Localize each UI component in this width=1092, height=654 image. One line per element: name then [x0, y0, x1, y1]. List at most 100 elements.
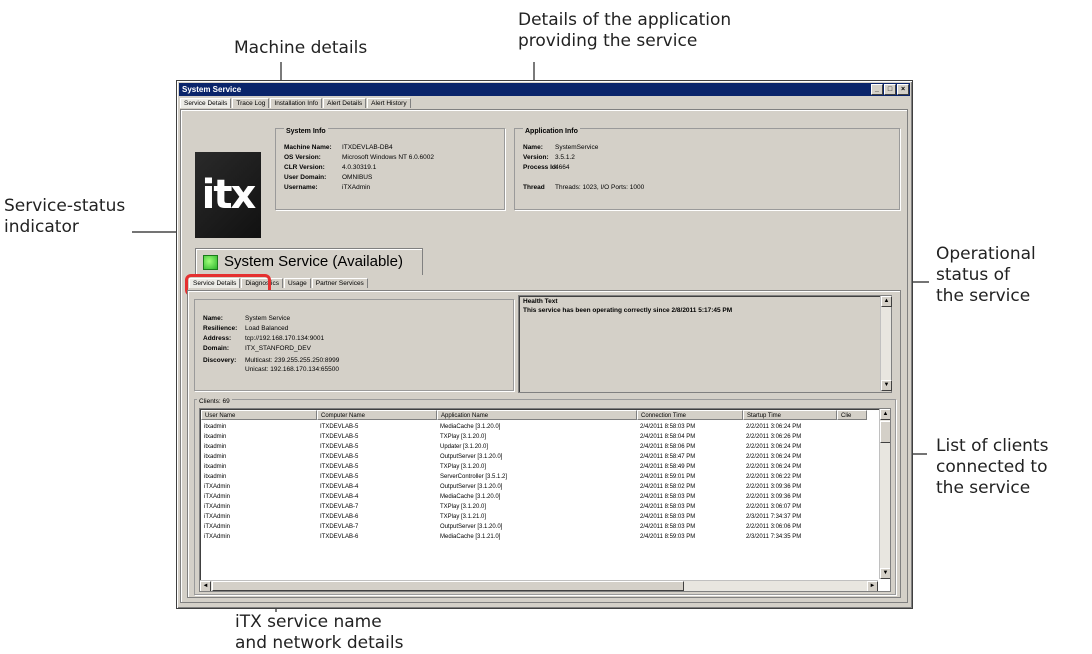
itx-logo: itx [195, 152, 261, 238]
table-cell: iTXAdmin [204, 514, 231, 520]
table-cell: MediaCache [3.1.20.0] [440, 424, 501, 430]
tab-alert-details[interactable]: Alert Details [323, 98, 367, 108]
tab-alert-history[interactable]: Alert History [367, 98, 411, 108]
table-cell: 2/2/2011 3:06:06 PM [746, 524, 802, 530]
window-titlebar[interactable]: System Service _ □ × [179, 83, 910, 96]
scroll-up-button[interactable]: ▲ [881, 296, 892, 307]
clients-scroll-right-button[interactable]: ► [867, 581, 878, 591]
column-header[interactable]: Application Name [437, 410, 637, 420]
table-row[interactable]: iTXAdmin ITXDEVLAB-4 OutputServer [3.1.20.… [201, 482, 837, 492]
service-status-indicator [203, 255, 218, 270]
column-header[interactable]: User Name [201, 410, 317, 420]
process-id-label: Process Id: [523, 164, 559, 171]
table-cell: iTXAdmin [204, 504, 231, 510]
tab-partner-services[interactable]: Partner Services [311, 278, 368, 288]
clients-scroll-left-button[interactable]: ◄ [200, 581, 211, 591]
username-value: iTXAdmin [342, 184, 371, 191]
table-cell: 2/4/2011 8:58:03 PM [640, 524, 696, 530]
table-row[interactable]: iTXAdmin ITXDEVLAB-7 TXPlay [3.1.20.0] 2/4/… [201, 502, 837, 512]
inner-service-panel: Name: System Service Resilience: Load Ba… [187, 290, 901, 598]
clients-group: Clients: 69 User Name Computer Name Applic… [194, 398, 896, 595]
table-row[interactable]: itxadmin ITXDEVLAB-5 ServerController [3.5… [201, 472, 837, 482]
table-cell: ITXDEVLAB-5 [320, 454, 359, 460]
table-cell: ITXDEVLAB-4 [320, 484, 359, 490]
callout-service-name: iTX service name and network details [235, 612, 404, 653]
column-header[interactable]: Connection Time [637, 410, 743, 420]
table-cell: iTXAdmin [204, 494, 231, 500]
table-cell: itxadmin [204, 444, 227, 450]
address-value: tcp://192.168.170.134:9001 [245, 335, 325, 342]
table-cell: ITXDEVLAB-5 [320, 424, 359, 430]
table-cell: MediaCache [3.1.20.0] [440, 494, 501, 500]
table-cell: 2/2/2011 3:06:26 PM [746, 434, 802, 440]
system-service-window: System Service _ □ × Service Details Tra… [176, 80, 913, 609]
domain-value: ITX_STANFORD_DEV [245, 345, 311, 352]
clients-list[interactable]: User Name Computer Name Application Name Co… [199, 408, 891, 592]
table-row[interactable]: iTXAdmin ITXDEVLAB-7 OutputServer [3.1.20.… [201, 522, 837, 532]
callout-application-details: Details of the application providing the… [518, 10, 732, 51]
table-cell: ITXDEVLAB-5 [320, 464, 359, 470]
scroll-down-button[interactable]: ▼ [881, 380, 892, 391]
table-cell: Updater [3.1.20.0] [440, 444, 489, 450]
table-cell: 2/2/2011 3:06:24 PM [746, 454, 802, 460]
table-cell: itxadmin [204, 424, 227, 430]
table-cell: 2/2/2011 3:09:36 PM [746, 484, 802, 490]
clients-scroll-down-button[interactable]: ▼ [880, 568, 890, 579]
table-cell: itxadmin [204, 474, 227, 480]
app-version-label: Version: [523, 154, 549, 161]
service-header-title: System Service (Available) [224, 253, 403, 270]
table-row[interactable]: iTXAdmin ITXDEVLAB-6 MediaCache [3.1.21.0]… [201, 532, 837, 542]
table-cell: 2/2/2011 3:06:07 PM [746, 504, 802, 510]
tab-service-details[interactable]: Service Details [180, 98, 232, 108]
table-cell: ITXDEVLAB-5 [320, 474, 359, 480]
domain-label: Domain: [203, 345, 229, 352]
callout-status-indicator: Service-status indicator [4, 196, 126, 237]
table-cell: TXPlay [3.1.20.0] [440, 504, 487, 510]
minimize-button[interactable]: _ [871, 84, 883, 95]
table-cell: 2/4/2011 8:58:06 PM [640, 444, 696, 450]
discovery-multicast-value: Multicast: 239.255.255.250:8999 [245, 357, 340, 364]
table-row[interactable]: itxadmin ITXDEVLAB-5 Updater [3.1.20.0] 2/4… [201, 442, 837, 452]
resilience-value: Load Balanced [245, 325, 289, 332]
table-cell: 2/3/2011 7:34:37 PM [746, 514, 802, 520]
table-row[interactable]: iTXAdmin ITXDEVLAB-6 TXPlay [3.1.21.0] 2/4/… [201, 512, 837, 522]
app-name-value: SystemService [555, 144, 599, 151]
table-cell: 2/4/2011 8:58:47 PM [640, 454, 696, 460]
table-cell: 2/4/2011 8:58:03 PM [640, 504, 696, 510]
clients-vertical-thumb[interactable] [880, 421, 890, 443]
table-cell: iTXAdmin [204, 534, 231, 540]
table-row[interactable]: itxadmin ITXDEVLAB-5 OutputServer [3.1.20.… [201, 452, 837, 462]
clr-version-value: 4.0.30319.1 [342, 164, 377, 171]
table-row[interactable]: itxadmin ITXDEVLAB-5 TXPlay [3.1.20.0] 2/4/… [201, 462, 837, 472]
thread-value: Threads: 1023, I/O Ports: 1000 [555, 184, 645, 191]
callout-machine-details: Machine details [234, 38, 368, 58]
clients-scroll-up-button[interactable]: ▲ [880, 409, 890, 420]
column-header[interactable]: Startup Time [743, 410, 837, 420]
table-cell: ITXDEVLAB-4 [320, 494, 359, 500]
table-cell: iTXAdmin [204, 524, 231, 530]
maximize-button[interactable]: □ [884, 84, 896, 95]
table-row[interactable]: iTXAdmin ITXDEVLAB-4 MediaCache [3.1.20.0]… [201, 492, 837, 502]
tab-usage[interactable]: Usage [283, 278, 311, 288]
os-version-label: OS Version: [284, 154, 321, 161]
health-text-box[interactable]: Health Text This service has been operat… [518, 295, 892, 393]
health-text-value: This service has been operating correctl… [523, 307, 733, 314]
app-version-value: 3.5.1.2 [555, 154, 575, 161]
system-info-title: System Info [284, 128, 328, 135]
clients-vertical-scrollbar[interactable]: ▲ ▼ [879, 409, 890, 579]
column-header[interactable]: Computer Name [317, 410, 437, 420]
tab-installation-info[interactable]: Installation Info [270, 98, 323, 108]
table-cell: 2/2/2011 3:09:36 PM [746, 494, 802, 500]
table-row[interactable]: itxadmin ITXDEVLAB-5 TXPlay [3.1.20.0] 2/4/… [201, 432, 837, 442]
clr-version-label: CLR Version: [284, 164, 325, 171]
table-row[interactable]: itxadmin ITXDEVLAB-5 MediaCache [3.1.20.0]… [201, 422, 837, 432]
clients-list-header: User Name Computer Name Application Name Co… [201, 410, 867, 421]
table-cell: ServerController [3.5.1.2] [440, 474, 508, 480]
clients-horizontal-thumb[interactable] [212, 581, 684, 591]
column-header[interactable]: Clie [837, 410, 867, 420]
tab-trace-log[interactable]: Trace Log [232, 98, 270, 108]
clients-horizontal-scrollbar[interactable]: ◄ ► [200, 580, 878, 591]
close-button[interactable]: × [897, 84, 909, 95]
health-text-scrollbar[interactable]: ▲ ▼ [880, 296, 892, 391]
table-cell: 2/2/2011 3:06:24 PM [746, 444, 802, 450]
